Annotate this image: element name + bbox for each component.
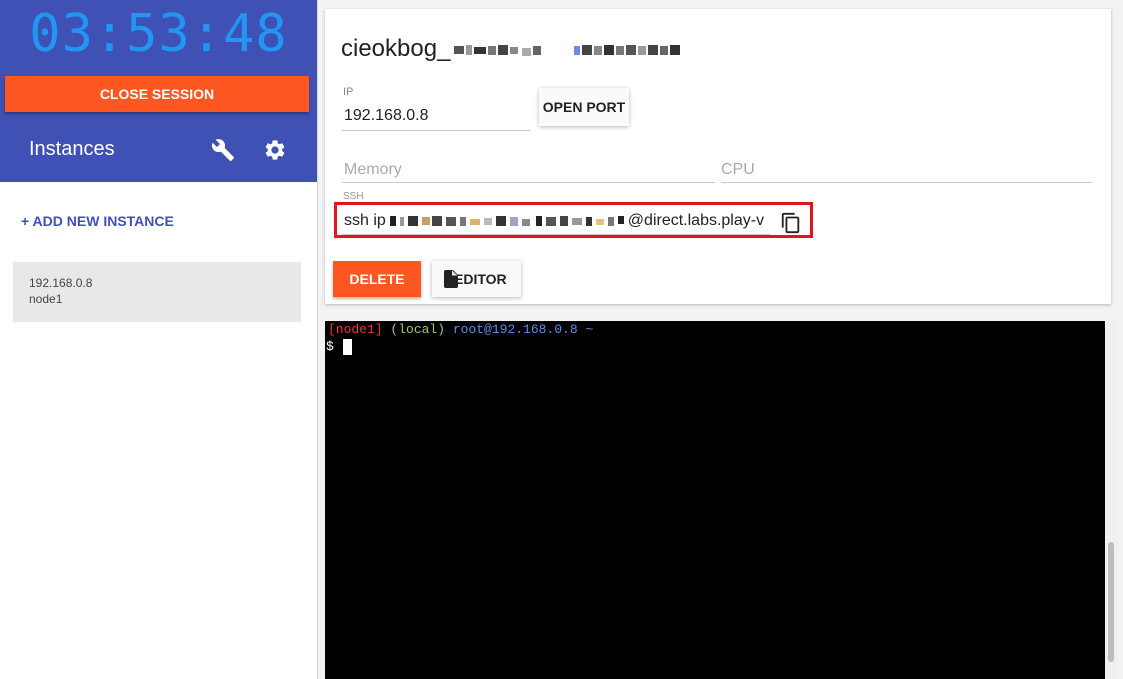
ssh-prefix: ssh ip: [344, 212, 386, 229]
open-port-button[interactable]: OPEN PORT: [539, 88, 629, 126]
delete-button[interactable]: DELETE: [333, 261, 421, 297]
instance-title-text: cieokbog_: [341, 35, 451, 62]
editor-button[interactable]: EDITOR: [432, 261, 521, 297]
redacted-text: [389, 215, 624, 226]
main-panel: cieokbog_ IP 192.168.0.8 OPEN PORT Memor…: [318, 0, 1123, 679]
ssh-command-field[interactable]: ssh ip @direct.labs.play-v: [344, 212, 764, 230]
terminal-input-line: $: [326, 339, 352, 355]
ssh-suffix: @direct.labs.play-v: [627, 212, 764, 229]
gear-icon[interactable]: [263, 138, 287, 162]
memory-field: Memory: [344, 161, 402, 178]
wrench-icon[interactable]: [211, 138, 235, 162]
sidebar: 03:53:48 CLOSE SESSION Instances + ADD N…: [0, 0, 318, 679]
scrollbar[interactable]: [1105, 321, 1117, 679]
terminal-path: ~: [585, 322, 594, 337]
terminal[interactable]: [node1] (local) root@192.168.0.8 ~ $: [325, 321, 1111, 679]
terminal-env: (local): [390, 322, 446, 337]
instance-list-item[interactable]: 192.168.0.8 node1: [13, 262, 301, 322]
copy-icon[interactable]: [780, 211, 802, 235]
terminal-prompt-symbol: $: [326, 339, 334, 354]
close-session-button[interactable]: CLOSE SESSION: [5, 76, 309, 112]
session-timer: 03:53:48: [29, 4, 288, 64]
cpu-underline: [721, 182, 1092, 183]
ip-field[interactable]: 192.168.0.8: [344, 107, 429, 125]
ip-label: IP: [343, 86, 354, 98]
redacted-text: [454, 44, 681, 56]
ssh-label: SSH: [343, 191, 364, 202]
terminal-host: root@192.168.0.8: [452, 322, 578, 337]
instance-details-card: cieokbog_ IP 192.168.0.8 OPEN PORT Memor…: [325, 9, 1111, 304]
ssh-highlight-box: ssh ip @direct.labs.play-v: [334, 202, 813, 238]
ip-field-underline: [342, 130, 530, 131]
add-new-instance-link[interactable]: + ADD NEW INSTANCE: [21, 213, 174, 229]
file-icon: [444, 270, 458, 288]
instance-title: cieokbog_: [341, 35, 684, 63]
scrollbar-thumb[interactable]: [1108, 542, 1114, 662]
terminal-cursor: [342, 339, 352, 355]
instance-ip: 192.168.0.8: [29, 276, 93, 290]
terminal-node: [node1]: [328, 322, 383, 337]
cpu-field: CPU: [721, 161, 755, 178]
sidebar-header: 03:53:48 CLOSE SESSION Instances: [0, 0, 317, 182]
memory-underline: [342, 182, 715, 183]
ssh-underline: [342, 234, 770, 235]
terminal-prompt-line: [node1] (local) root@192.168.0.8 ~: [328, 322, 593, 338]
editor-label: EDITOR: [454, 271, 507, 287]
instance-name: node1: [29, 292, 63, 306]
instances-title: Instances: [29, 138, 115, 160]
